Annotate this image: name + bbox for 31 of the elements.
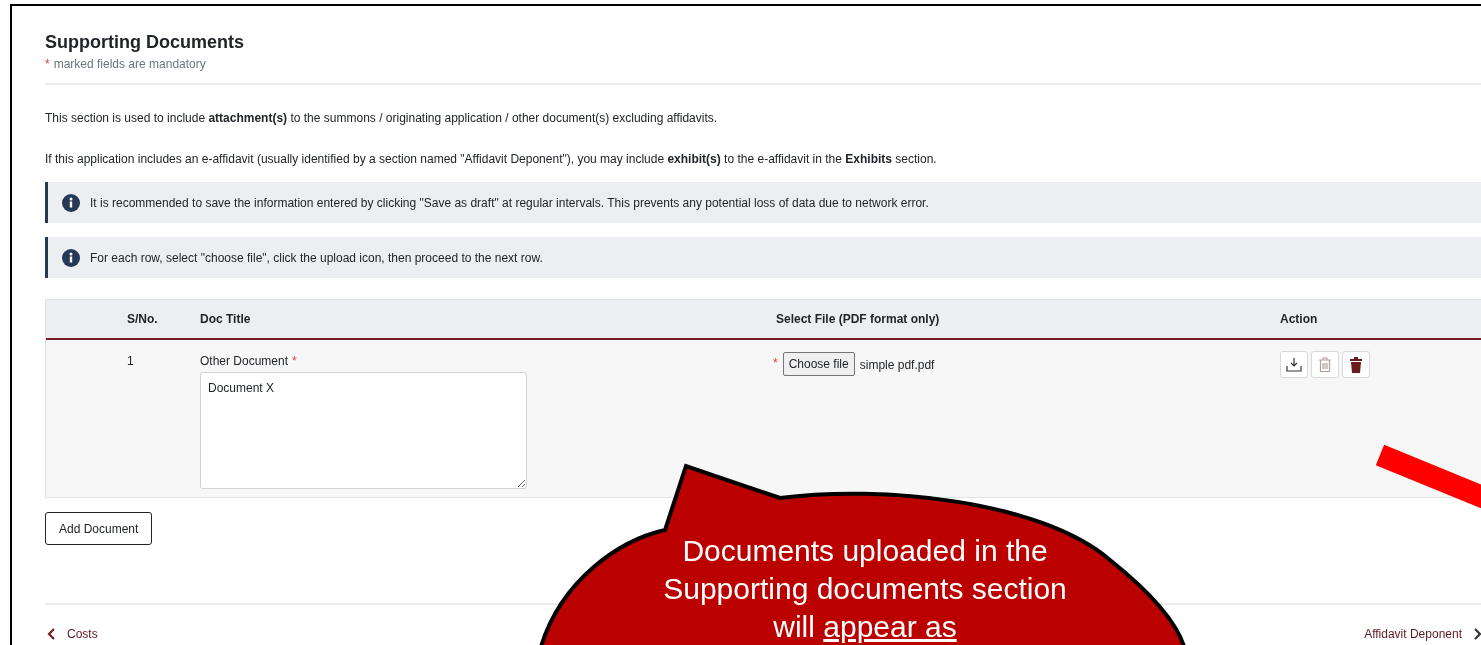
mandatory-note: marked fields are mandatory xyxy=(53,56,206,73)
section-title: Supporting Documents xyxy=(45,31,245,54)
required-mark: * xyxy=(45,56,50,73)
row-number: 1 xyxy=(127,354,134,368)
file-name: simple pdf.pdf xyxy=(859,357,935,374)
field-label: Other Document xyxy=(200,353,289,370)
doc-title-field[interactable]: Document X xyxy=(200,372,527,489)
add-document-button[interactable]: Add Document xyxy=(45,512,153,545)
column-header: Select File (PDF format only) xyxy=(776,312,940,326)
column-header: S/No. xyxy=(127,312,158,326)
delete-button[interactable] xyxy=(1342,351,1370,378)
required-mark: * xyxy=(292,353,297,370)
upload-icon xyxy=(1286,356,1302,373)
info-icon xyxy=(62,193,80,212)
description-text: This section is used to include attachment(s) to the summons / originating application / other document(s) excluding affidavits. xyxy=(45,110,719,127)
trash-icon xyxy=(1349,356,1363,373)
notice-text: It is recommended to save the information entered by clicking "Save as draft" at regular intervals. This prevents any potential loss of data due to network error. xyxy=(90,194,929,212)
column-header: Action xyxy=(1280,312,1318,326)
chevron-right-icon xyxy=(1474,628,1481,640)
chevron-left-icon xyxy=(47,628,55,640)
upload-button[interactable] xyxy=(1280,351,1308,378)
notice-text: For each row, select "choose file", click the upload icon, then proceed to the next row. xyxy=(90,249,543,267)
previous-link[interactable]: Costs xyxy=(47,625,98,643)
info-icon xyxy=(62,248,80,267)
required-mark: * xyxy=(773,355,778,372)
next-link[interactable]: Affidavit Deponent xyxy=(1364,625,1481,643)
trash-icon xyxy=(1318,356,1332,373)
description-text: If this application includes an e-affidavit (usually identified by a section named "Affidavit Deponent"), you may include exhibit(s) to the e-affidavit in the Exhibits section. xyxy=(45,151,938,168)
callout-text: Documents uploaded in the Supporting documents section will appear as xyxy=(663,534,1067,643)
choose-file-button[interactable]: Choose file xyxy=(782,352,855,376)
column-header: Doc Title xyxy=(200,312,251,326)
